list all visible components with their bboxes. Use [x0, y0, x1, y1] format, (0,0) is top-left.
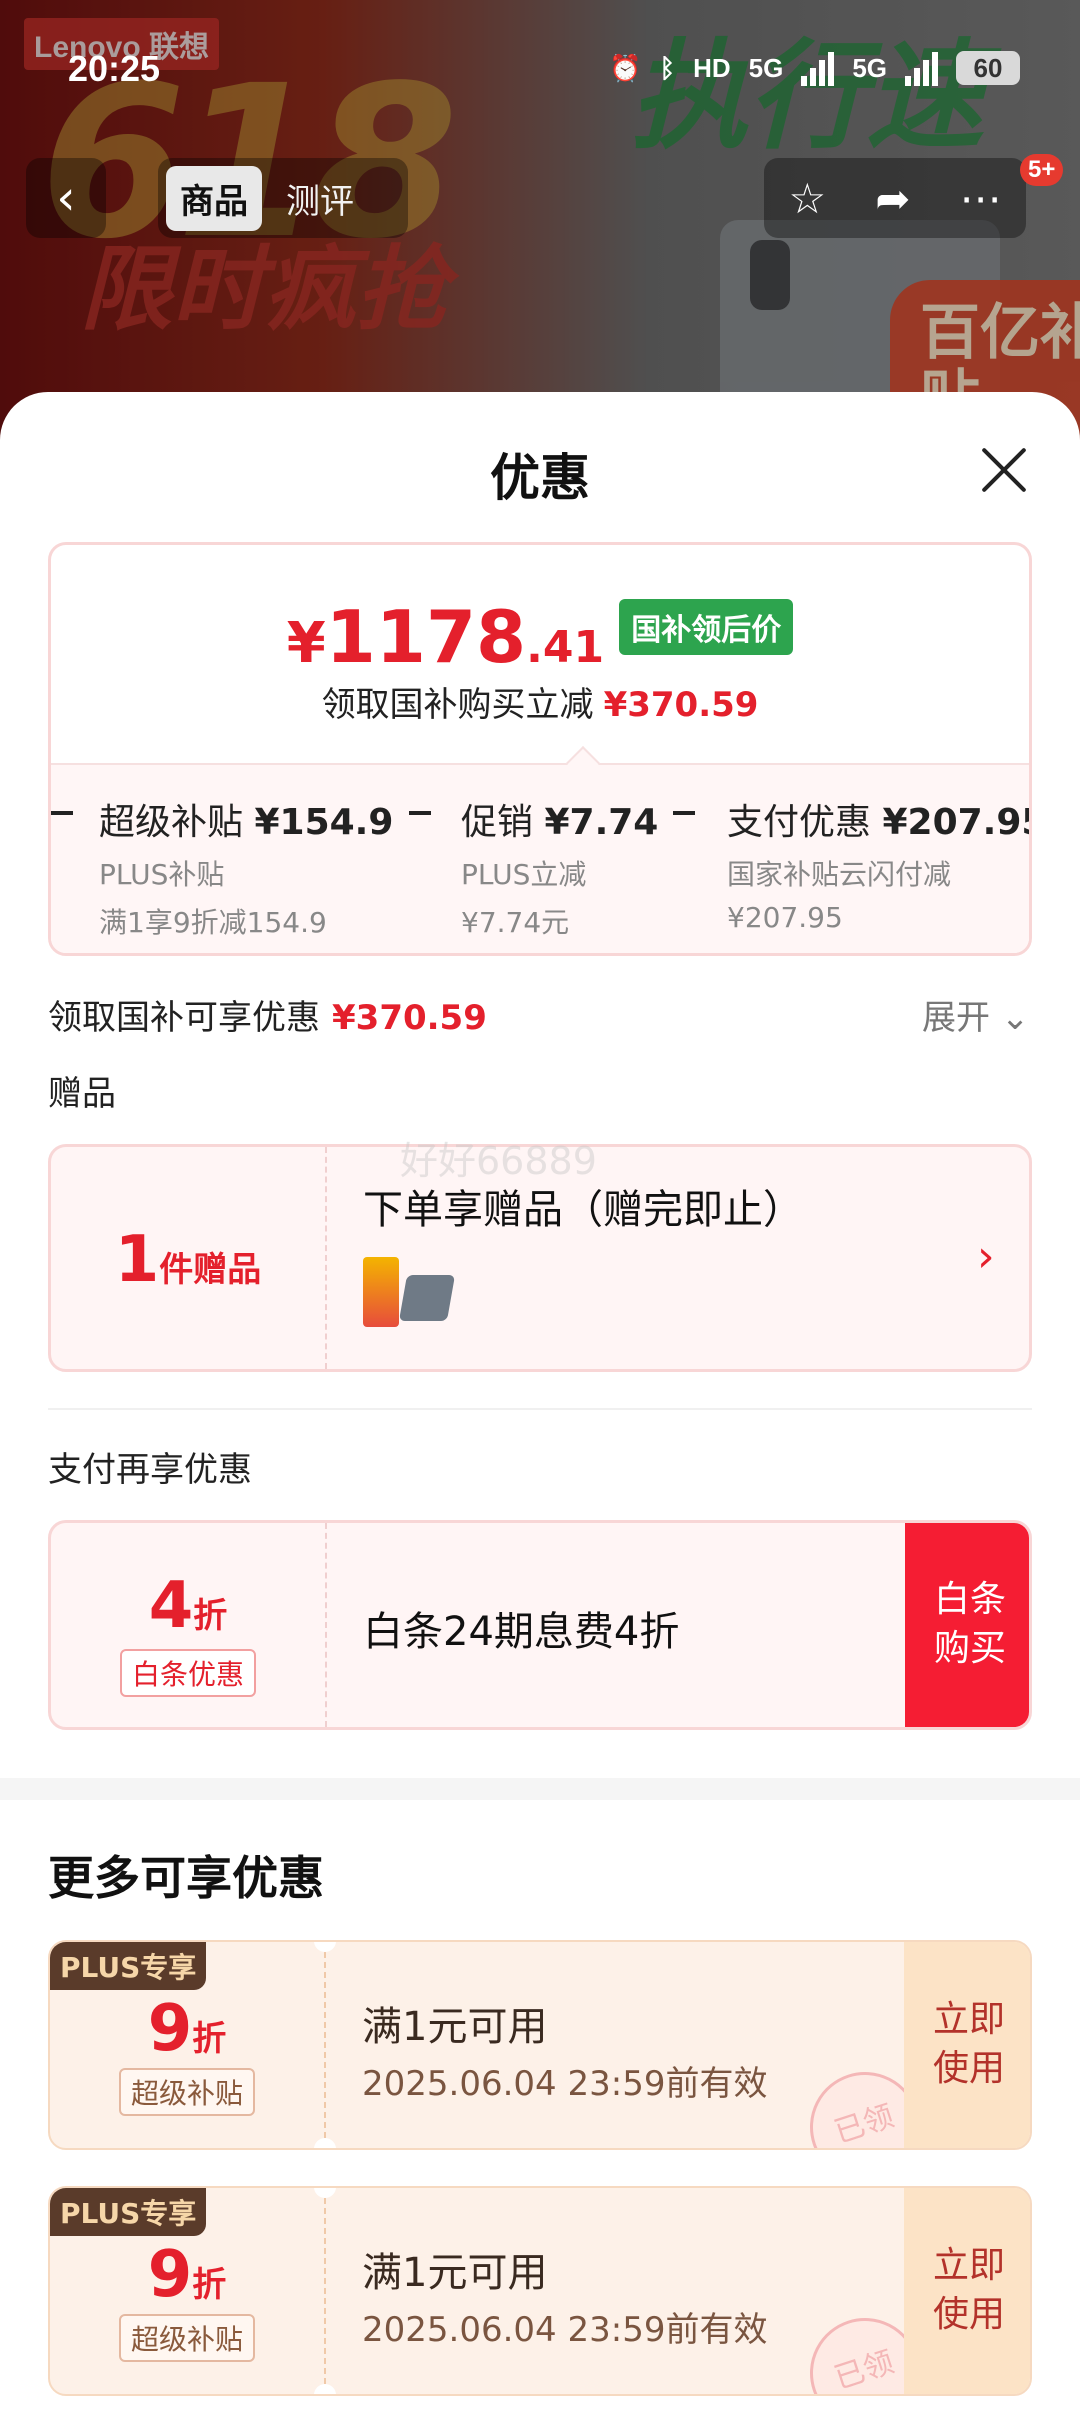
coupon-discount: 9折 超级补贴 [50, 2238, 324, 2362]
status-icons: ⏰ ᛒ HD 5G 5G 60 [609, 50, 1020, 86]
status-time: 20:25 [68, 48, 161, 89]
subsidy-price-tag: 国补领后价 [619, 599, 794, 655]
discount-super-subsidy: 超级补贴 ¥154.9 PLUS补贴 满1享9折减154.9 [99, 802, 394, 939]
coupon-card: PLUS专享 9折 超级补贴 满1元可用 2025.06.04 23:59前有效… [48, 2186, 1032, 2396]
baitiao-offer-card: 4折 白条优惠 白条24期息费4折 白条购买 [48, 1520, 1032, 1730]
back-arrow-icon: ‹ [56, 170, 76, 226]
expand-toggle[interactable]: 展开 ⌄ [922, 990, 1029, 1039]
coupon-validity: 2025.06.04 23:59前有效 [362, 2310, 768, 2350]
price-card: ¥1178.41 国补领后价 领取国补购买立减 ¥370.59 超级补贴 ¥154… [48, 542, 1032, 956]
discount-payment: 支付优惠 ¥207.95 国家补贴云闪付减 ¥207.95 [727, 802, 1032, 934]
total-discount-row: 领取国补可享优惠 ¥370.59 [48, 998, 487, 1038]
coupon-chip: 超级补贴 [118, 2068, 255, 2116]
baitiao-discount: 4折 白条优惠 [51, 1569, 325, 1697]
star-icon[interactable]: ☆ [789, 174, 827, 223]
bluetooth-icon: ᛒ [659, 52, 676, 83]
coupon-chip: 超级补贴 [118, 2314, 255, 2362]
message-badge: 5+ [1020, 154, 1064, 186]
plus-exclusive-tag: PLUS专享 [50, 2188, 207, 2236]
final-price: ¥1178.41 国补领后价 [51, 595, 1029, 679]
gift-thumbnail [363, 1247, 456, 1333]
watermark: 好好66889 [400, 1139, 597, 1183]
plus-exclusive-tag: PLUS专享 [50, 1942, 207, 1990]
minus-icon [409, 811, 431, 815]
coupon-condition: 满1元可用 [362, 2250, 548, 2296]
battery-icon: 60 [956, 51, 1020, 85]
price-reduction-line: 领取国补购买立减 ¥370.59 [321, 685, 759, 725]
coupon-validity: 2025.06.04 23:59前有效 [362, 2064, 768, 2104]
coupon-discount: 9折 超级补贴 [50, 1992, 324, 2116]
chevron-right-icon: › [977, 1231, 995, 1282]
more-offers-title: 更多可享优惠 [48, 1851, 324, 1905]
minus-icon [51, 811, 73, 815]
gift-section-title: 赠品 [48, 1074, 116, 1114]
baitiao-buy-button[interactable]: 白条购买 [905, 1523, 1029, 1727]
divider [48, 1408, 1032, 1410]
more-icon[interactable]: ⋯ [959, 174, 1001, 223]
tab-product[interactable]: 商品 [166, 165, 262, 231]
sheet-title: 优惠 [490, 449, 590, 507]
minus-icon [673, 811, 695, 815]
section-separator [0, 1778, 1080, 1800]
payment-section-title: 支付再享优惠 [48, 1450, 252, 1490]
baitiao-offer-text: 白条24期息费4折 [363, 1609, 680, 1655]
network-label-1: 5G [748, 52, 784, 83]
network-label-2: 5G [852, 52, 887, 83]
gift-title: 下单享赠品（赠完即止） [363, 1187, 803, 1233]
signal-icon [801, 50, 835, 86]
status-bar: 20:25 ⏰ ᛒ HD 5G 5G 60 [0, 0, 1080, 130]
share-icon[interactable]: ➦ [875, 174, 910, 223]
gift-count: 1件赠品 [114, 1223, 262, 1297]
alarm-icon: ⏰ [609, 52, 642, 83]
signal-icon-2 [905, 50, 938, 86]
coupon-card: PLUS专享 9折 超级补贴 满1元可用 2025.06.04 23:59前有效… [48, 1940, 1032, 2150]
back-button[interactable]: ‹ [26, 158, 106, 238]
nav-tabs: 商品 测评 [158, 158, 408, 238]
coupon-condition: 满1元可用 [362, 2004, 548, 2050]
hd-icon: HD [693, 52, 731, 83]
nav-actions: ☆ ➦ ⋯ [764, 158, 1026, 238]
chevron-down-icon: ⌄ [1000, 998, 1030, 1038]
baitiao-chip: 白条优惠 [119, 1649, 256, 1697]
close-icon[interactable] [972, 438, 1036, 502]
tab-review[interactable]: 测评 [272, 166, 368, 231]
use-coupon-button[interactable]: 立即使用 [904, 1942, 1030, 2148]
use-coupon-button[interactable]: 立即使用 [904, 2188, 1030, 2394]
discount-promotion: 促销 ¥7.74 PLUS立减 ¥7.74元 [461, 802, 659, 939]
